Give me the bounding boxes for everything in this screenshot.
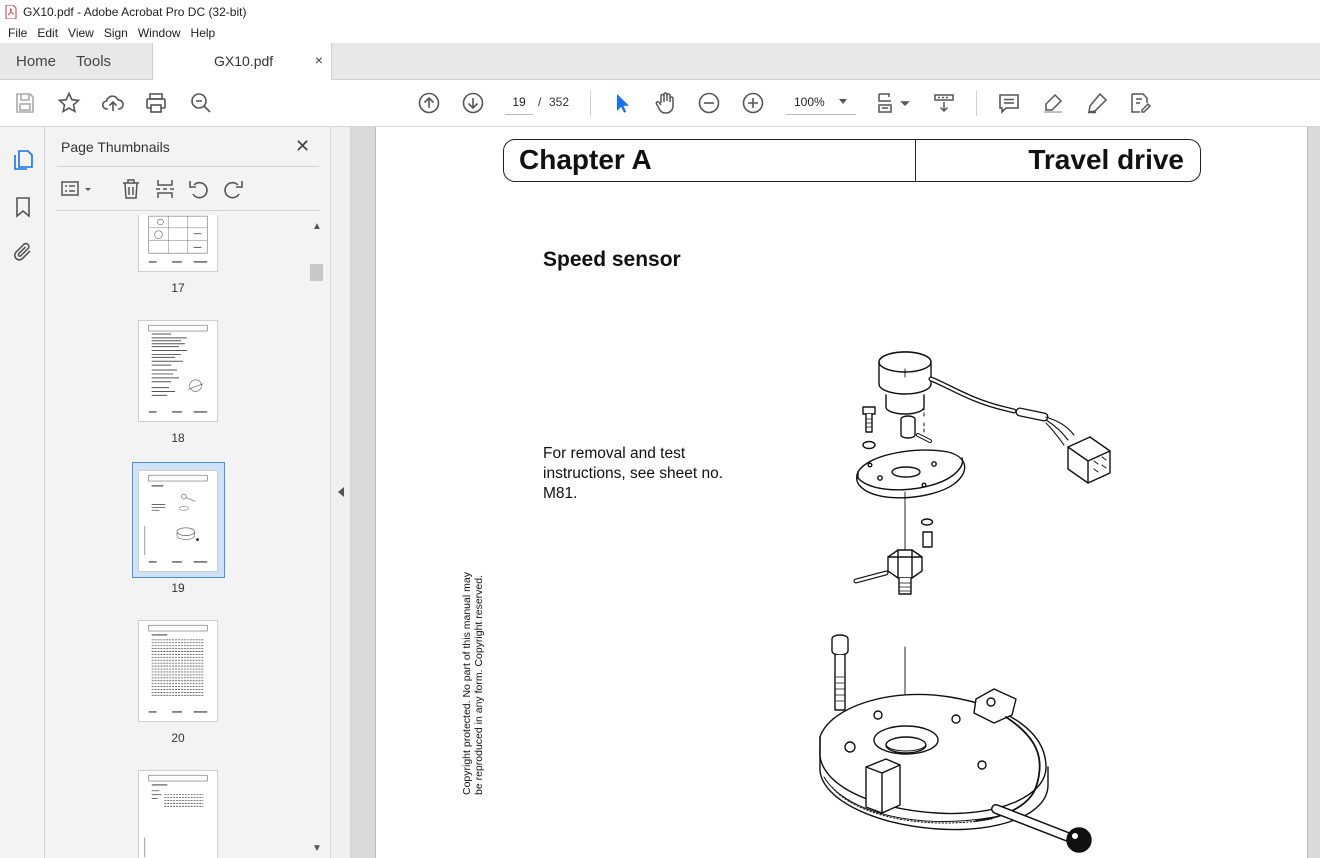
bookmark-star-icon[interactable] bbox=[57, 91, 81, 115]
insert-page-icon[interactable] bbox=[153, 177, 177, 201]
sign-pen-icon[interactable] bbox=[1085, 91, 1109, 115]
menu-view[interactable]: View bbox=[63, 23, 99, 43]
highlight-pen-icon[interactable] bbox=[1041, 91, 1065, 115]
tab-bar: Home Tools GX10.pdf × bbox=[0, 43, 1320, 80]
toolbar-divider bbox=[590, 90, 591, 116]
panel-close-icon[interactable]: ✕ bbox=[295, 136, 310, 157]
next-page-icon[interactable] bbox=[461, 91, 485, 115]
title-bar: GX10.pdf - Adobe Acrobat Pro DC (32-bit) bbox=[0, 0, 1320, 23]
body-text: For removal and test instructions, see s… bbox=[543, 445, 724, 502]
left-rail bbox=[0, 127, 45, 858]
panel-splitter[interactable] bbox=[330, 127, 350, 858]
menu-file[interactable]: File bbox=[3, 23, 32, 43]
hand-tool-icon[interactable] bbox=[653, 91, 677, 115]
thumbnail-page-21-preview bbox=[144, 774, 208, 858]
thumbnail-label: 17 bbox=[171, 281, 185, 295]
thumbnail-scrollbar[interactable]: ▲ ▼ bbox=[309, 215, 324, 858]
thumbnail-page-18[interactable] bbox=[138, 320, 218, 422]
chapter-label: Chapter A bbox=[519, 144, 652, 175]
collapse-panel-icon[interactable] bbox=[338, 487, 344, 497]
tab-close-icon[interactable]: × bbox=[315, 52, 323, 68]
toolbar: 19 / 352 100% bbox=[0, 80, 1320, 127]
total-pages: 352 bbox=[549, 95, 570, 109]
thumbnail-page-19-preview bbox=[144, 474, 208, 563]
tab-home[interactable]: Home bbox=[16, 53, 56, 70]
page-thumbnails-panel: Page Thumbnails ✕ 17 18 19 20 ▲ ▼ bbox=[45, 127, 330, 858]
delete-page-icon[interactable] bbox=[119, 177, 143, 201]
page-separator: / bbox=[538, 95, 542, 109]
rotate-clockwise-icon[interactable] bbox=[221, 177, 245, 201]
thumbnail-list: 17 18 19 20 bbox=[57, 215, 309, 858]
scroll-mode-icon[interactable] bbox=[932, 91, 956, 115]
thumbnail-label: 19 bbox=[171, 581, 185, 595]
thumbnail-page-18-preview bbox=[148, 324, 208, 413]
thumbnail-page-17[interactable] bbox=[138, 215, 218, 272]
window-title: GX10.pdf - Adobe Acrobat Pro DC (32-bit) bbox=[23, 4, 247, 19]
redact-edit-icon[interactable] bbox=[1128, 91, 1152, 115]
panel-divider bbox=[57, 166, 319, 167]
zoom-dropdown-icon[interactable] bbox=[839, 99, 847, 104]
tab-document[interactable]: GX10.pdf × bbox=[152, 43, 332, 80]
panel-divider bbox=[57, 210, 319, 211]
toolbar-divider bbox=[976, 90, 977, 116]
rotate-counterclockwise-icon[interactable] bbox=[187, 177, 211, 201]
bookmarks-icon[interactable] bbox=[11, 195, 35, 219]
document-view[interactable]: Chapter A Travel drive Speed sensor For … bbox=[350, 127, 1320, 858]
thumbnail-label: 20 bbox=[171, 731, 185, 745]
pdf-page: Chapter A Travel drive Speed sensor For … bbox=[375, 127, 1308, 858]
previous-page-icon[interactable] bbox=[417, 91, 441, 115]
attachments-paperclip-icon[interactable] bbox=[11, 240, 35, 264]
select-cursor-icon[interactable] bbox=[609, 91, 633, 115]
tab-document-label: GX10.pdf bbox=[214, 53, 274, 69]
thumbnail-page-20[interactable] bbox=[138, 620, 218, 722]
thumbnail-options-icon[interactable] bbox=[59, 177, 95, 201]
chapter-header-box: Chapter A Travel drive bbox=[503, 139, 1201, 182]
menu-help[interactable]: Help bbox=[186, 23, 221, 43]
comment-icon[interactable] bbox=[997, 91, 1021, 115]
header-divider bbox=[915, 140, 916, 181]
thumbnail-page-19[interactable] bbox=[138, 470, 218, 572]
menu-sign[interactable]: Sign bbox=[99, 23, 133, 43]
thumbnail-page-17-preview bbox=[148, 215, 208, 263]
zoom-out-icon[interactable] bbox=[697, 91, 721, 115]
scrollbar-thumb[interactable] bbox=[310, 264, 323, 281]
upload-cloud-icon[interactable] bbox=[101, 91, 125, 115]
page-number-input[interactable]: 19 bbox=[505, 91, 533, 115]
thumbnail-page-21[interactable] bbox=[138, 770, 218, 858]
thumbnail-page-20-preview bbox=[148, 624, 208, 713]
chapter-heading: Travel drive bbox=[1028, 144, 1184, 175]
acrobat-pdf-icon bbox=[5, 4, 17, 19]
copyright-notice: Copyright protected. No part of this man… bbox=[461, 572, 485, 795]
menu-window[interactable]: Window bbox=[133, 23, 186, 43]
scroll-down-arrow-icon[interactable]: ▼ bbox=[312, 843, 322, 854]
panel-title: Page Thumbnails bbox=[61, 139, 170, 155]
scroll-up-arrow-icon[interactable]: ▲ bbox=[312, 221, 322, 232]
page-thumbnails-icon[interactable] bbox=[11, 148, 35, 172]
save-icon[interactable] bbox=[13, 91, 37, 115]
zoom-in-icon[interactable] bbox=[741, 91, 765, 115]
print-icon[interactable] bbox=[144, 91, 168, 115]
fit-page-icon[interactable] bbox=[875, 91, 911, 115]
tab-tools[interactable]: Tools bbox=[76, 53, 111, 70]
section-title: Speed sensor bbox=[543, 248, 681, 271]
speed-sensor-drawing bbox=[819, 351, 1111, 853]
menu-edit[interactable]: Edit bbox=[32, 23, 63, 43]
thumbnail-label: 18 bbox=[171, 431, 185, 445]
menu-bar: File Edit View Sign Window Help bbox=[0, 23, 1320, 43]
zoom-search-icon[interactable] bbox=[189, 91, 213, 115]
